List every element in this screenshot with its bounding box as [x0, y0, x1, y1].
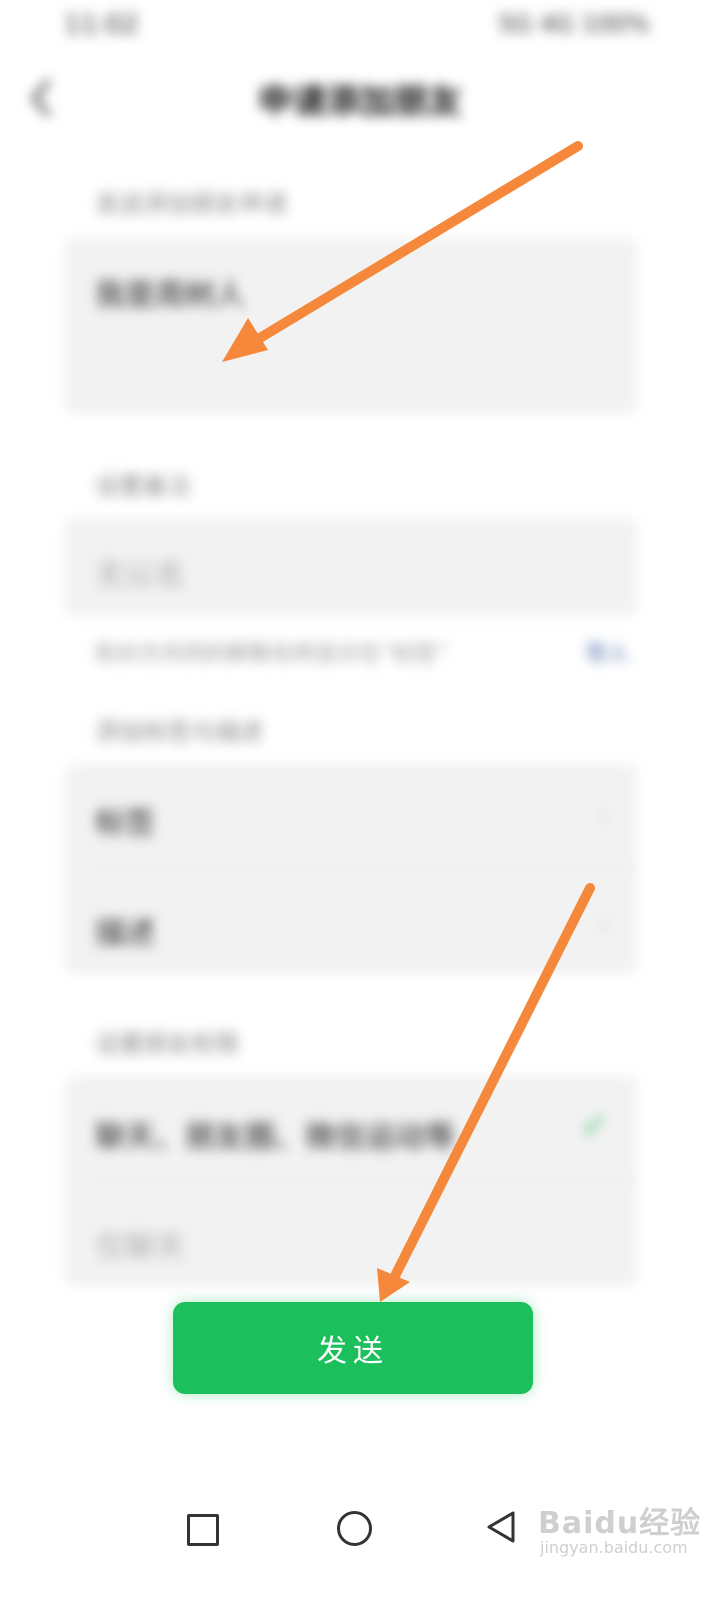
- hint-text: 和对方共同的群聊名称显示在“标签”: [95, 642, 448, 667]
- send-button[interactable]: 发送: [173, 1302, 533, 1394]
- permission-option-label: 仅聊天: [95, 1230, 185, 1265]
- permissions-card: 聊天、朋友圈、微信运动等 ✓ 仅聊天: [65, 1076, 637, 1286]
- permissions-label: 设置朋友权限: [95, 1030, 239, 1058]
- description-row-label: 描述: [95, 916, 155, 951]
- status-bar: 11:02 5G 4G 100%: [0, 0, 720, 50]
- greeting-input[interactable]: 我是周树人: [65, 238, 637, 414]
- check-icon: ✓: [580, 1106, 610, 1146]
- description-row[interactable]: 描述 ›: [65, 870, 637, 974]
- remark-input[interactable]: 无公名: [65, 518, 637, 616]
- tags-label: 添加标签与描述: [95, 718, 263, 746]
- permission-option-label: 聊天、朋友圈、微信运动等: [95, 1120, 455, 1155]
- watermark-logo: Baidu经验: [538, 1506, 702, 1541]
- greeting-label: 发送添加朋友申请: [95, 190, 287, 218]
- greeting-value: 我是周树人: [95, 278, 245, 313]
- chevron-right-icon: ›: [597, 798, 609, 831]
- remark-placeholder: 无公名: [95, 558, 185, 593]
- chevron-right-icon: ›: [597, 908, 609, 941]
- recent-apps-icon[interactable]: [187, 1514, 219, 1546]
- divider: [95, 868, 637, 869]
- status-time: 11:02: [64, 10, 139, 40]
- tags-row-label: 标签: [95, 806, 155, 841]
- permission-option-all[interactable]: 聊天、朋友圈、微信运动等 ✓: [65, 1076, 637, 1180]
- page-title: 申请添加朋友: [258, 82, 462, 122]
- home-icon[interactable]: [337, 1511, 372, 1546]
- back-triangle-icon[interactable]: [486, 1510, 516, 1544]
- permission-option-chat-only[interactable]: 仅聊天: [65, 1182, 637, 1286]
- baidu-watermark: Baidu经验 jingyan.baidu.com: [538, 1498, 708, 1568]
- divider: [95, 1180, 637, 1181]
- status-indicators: 5G 4G 100%: [498, 10, 650, 38]
- hint-import-link[interactable]: 导入: [585, 636, 629, 668]
- tags-row[interactable]: 标签 ›: [65, 764, 637, 868]
- remark-label: 设置备注: [95, 472, 191, 500]
- tags-card: 标签 › 描述 ›: [65, 764, 637, 974]
- watermark-url: jingyan.baidu.com: [540, 1538, 688, 1557]
- nav-bar: 申请添加朋友: [0, 60, 720, 130]
